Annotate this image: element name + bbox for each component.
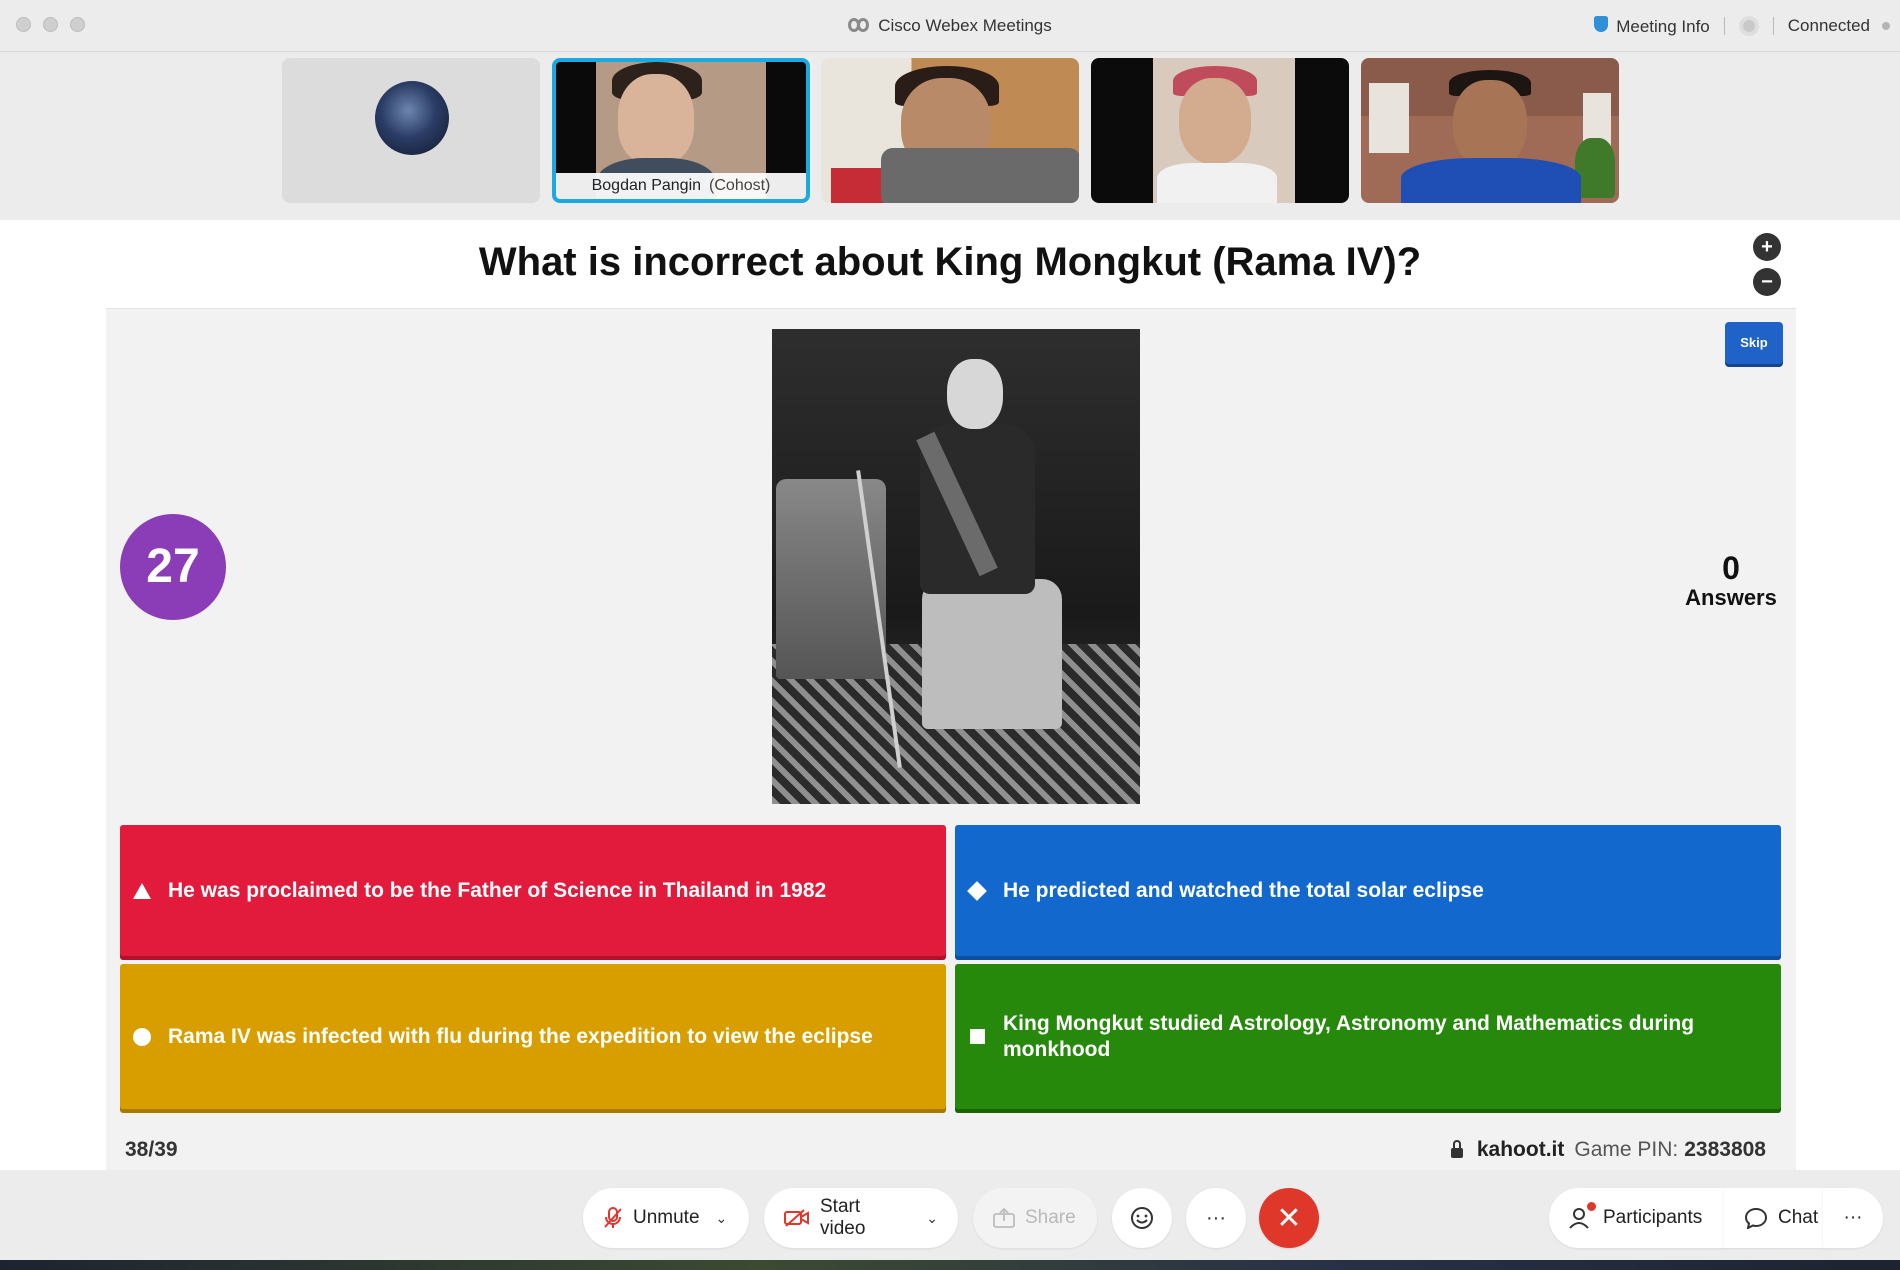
record-icon[interactable] [1738, 16, 1759, 36]
chevron-down-icon[interactable]: ⌄ [716, 1210, 728, 1227]
question-title: What is incorrect about King Mongkut (Ra… [478, 240, 1422, 284]
more-options-button[interactable]: ··· [1186, 1188, 1246, 1248]
cisco-logo-icon [848, 18, 870, 32]
end-call-icon: ✕ [1276, 1201, 1302, 1235]
participant-tile[interactable] [282, 58, 540, 203]
circle-icon [132, 1027, 152, 1047]
question-progress: 38/39 [125, 1138, 178, 1161]
lock-icon [1450, 1140, 1463, 1158]
participant-tile[interactable] [1361, 58, 1619, 203]
status-indicator-icon [1882, 22, 1890, 30]
triangle-icon [132, 881, 152, 901]
more-icon: ··· [1843, 1207, 1863, 1228]
zoom-in-icon[interactable]: + [1753, 233, 1781, 261]
participant-name-label: Bogdan Pangin (Cohost) [556, 173, 806, 199]
pin-label: Game PIN: [1574, 1138, 1679, 1161]
answer-option-red[interactable]: He was proclaimed to be the Father of Sc… [120, 825, 946, 956]
video-off-icon [784, 1208, 810, 1228]
answer-option-green[interactable]: King Mongkut studied Astrology, Astronom… [955, 964, 1781, 1109]
divider [1772, 17, 1774, 35]
shield-icon [1594, 15, 1609, 32]
share-icon [993, 1208, 1015, 1228]
quiz-stage: Skip 27 0 Answers He was proclaimed to b… [106, 308, 1796, 1128]
zoom-out-icon[interactable]: − [1753, 268, 1781, 296]
participant-tile-active-speaker[interactable]: Bogdan Pangin (Cohost) [552, 58, 810, 203]
participants-button[interactable]: Participants [1549, 1188, 1725, 1248]
share-button[interactable]: Share [973, 1188, 1097, 1248]
diamond-icon [967, 880, 987, 901]
end-call-button[interactable]: ✕ [1259, 1188, 1319, 1248]
answer-option-blue[interactable]: He predicted and watched the total solar… [955, 825, 1781, 956]
avatar [375, 81, 449, 155]
more-icon: ··· [1206, 1206, 1226, 1229]
answers-counter: 0 Answers [1666, 551, 1796, 611]
skip-button[interactable]: Skip [1725, 322, 1783, 364]
question-image [772, 329, 1140, 804]
chat-button[interactable]: Chat [1724, 1188, 1824, 1248]
countdown-timer: 27 [120, 514, 226, 620]
answer-option-yellow[interactable]: Rama IV was infected with flu during the… [120, 964, 946, 1109]
meeting-info-button[interactable]: Meeting Info [1594, 15, 1710, 37]
reaction-icon[interactable] [1112, 1188, 1172, 1248]
more-panels-button[interactable]: ··· [1823, 1188, 1883, 1248]
answers-count: 0 [1722, 550, 1740, 586]
participant-video [821, 58, 1079, 203]
kahoot-site: kahoot.it [1476, 1138, 1565, 1161]
start-video-button[interactable]: Start video ⌄ [764, 1188, 958, 1248]
chevron-down-icon[interactable]: ⌄ [926, 1210, 938, 1227]
shared-screen: What is incorrect about King Mongkut (Ra… [0, 220, 1900, 1170]
meeting-controls: Unmute ⌄ Start video ⌄ Share ··· ✕ Parti… [0, 1170, 1900, 1260]
divider [1723, 17, 1725, 35]
participant-video [1361, 58, 1619, 203]
participant-strip: Bogdan Pangin (Cohost) [0, 52, 1900, 220]
title-bar: Cisco Webex Meetings Meeting Info Connec… [0, 0, 1900, 52]
square-icon [967, 1027, 987, 1047]
game-pin: 2383808 [1684, 1138, 1766, 1161]
participant-tile[interactable] [1091, 58, 1349, 203]
chat-icon [1744, 1207, 1768, 1229]
game-pin-info: kahoot.it Game PIN: 2383808 [1450, 1138, 1766, 1162]
connection-status: Connected [1787, 16, 1870, 35]
participant-tile[interactable] [821, 58, 1079, 203]
muted-mic-icon [603, 1207, 623, 1229]
participant-video [1091, 58, 1349, 203]
unmute-button[interactable]: Unmute ⌄ [583, 1188, 749, 1248]
quiz-footer: 38/39 kahoot.it Game PIN: 2383808 [106, 1128, 1796, 1170]
desktop-background [0, 1260, 1900, 1270]
notification-dot [1587, 1202, 1596, 1211]
answers-label: Answers [1685, 585, 1777, 610]
